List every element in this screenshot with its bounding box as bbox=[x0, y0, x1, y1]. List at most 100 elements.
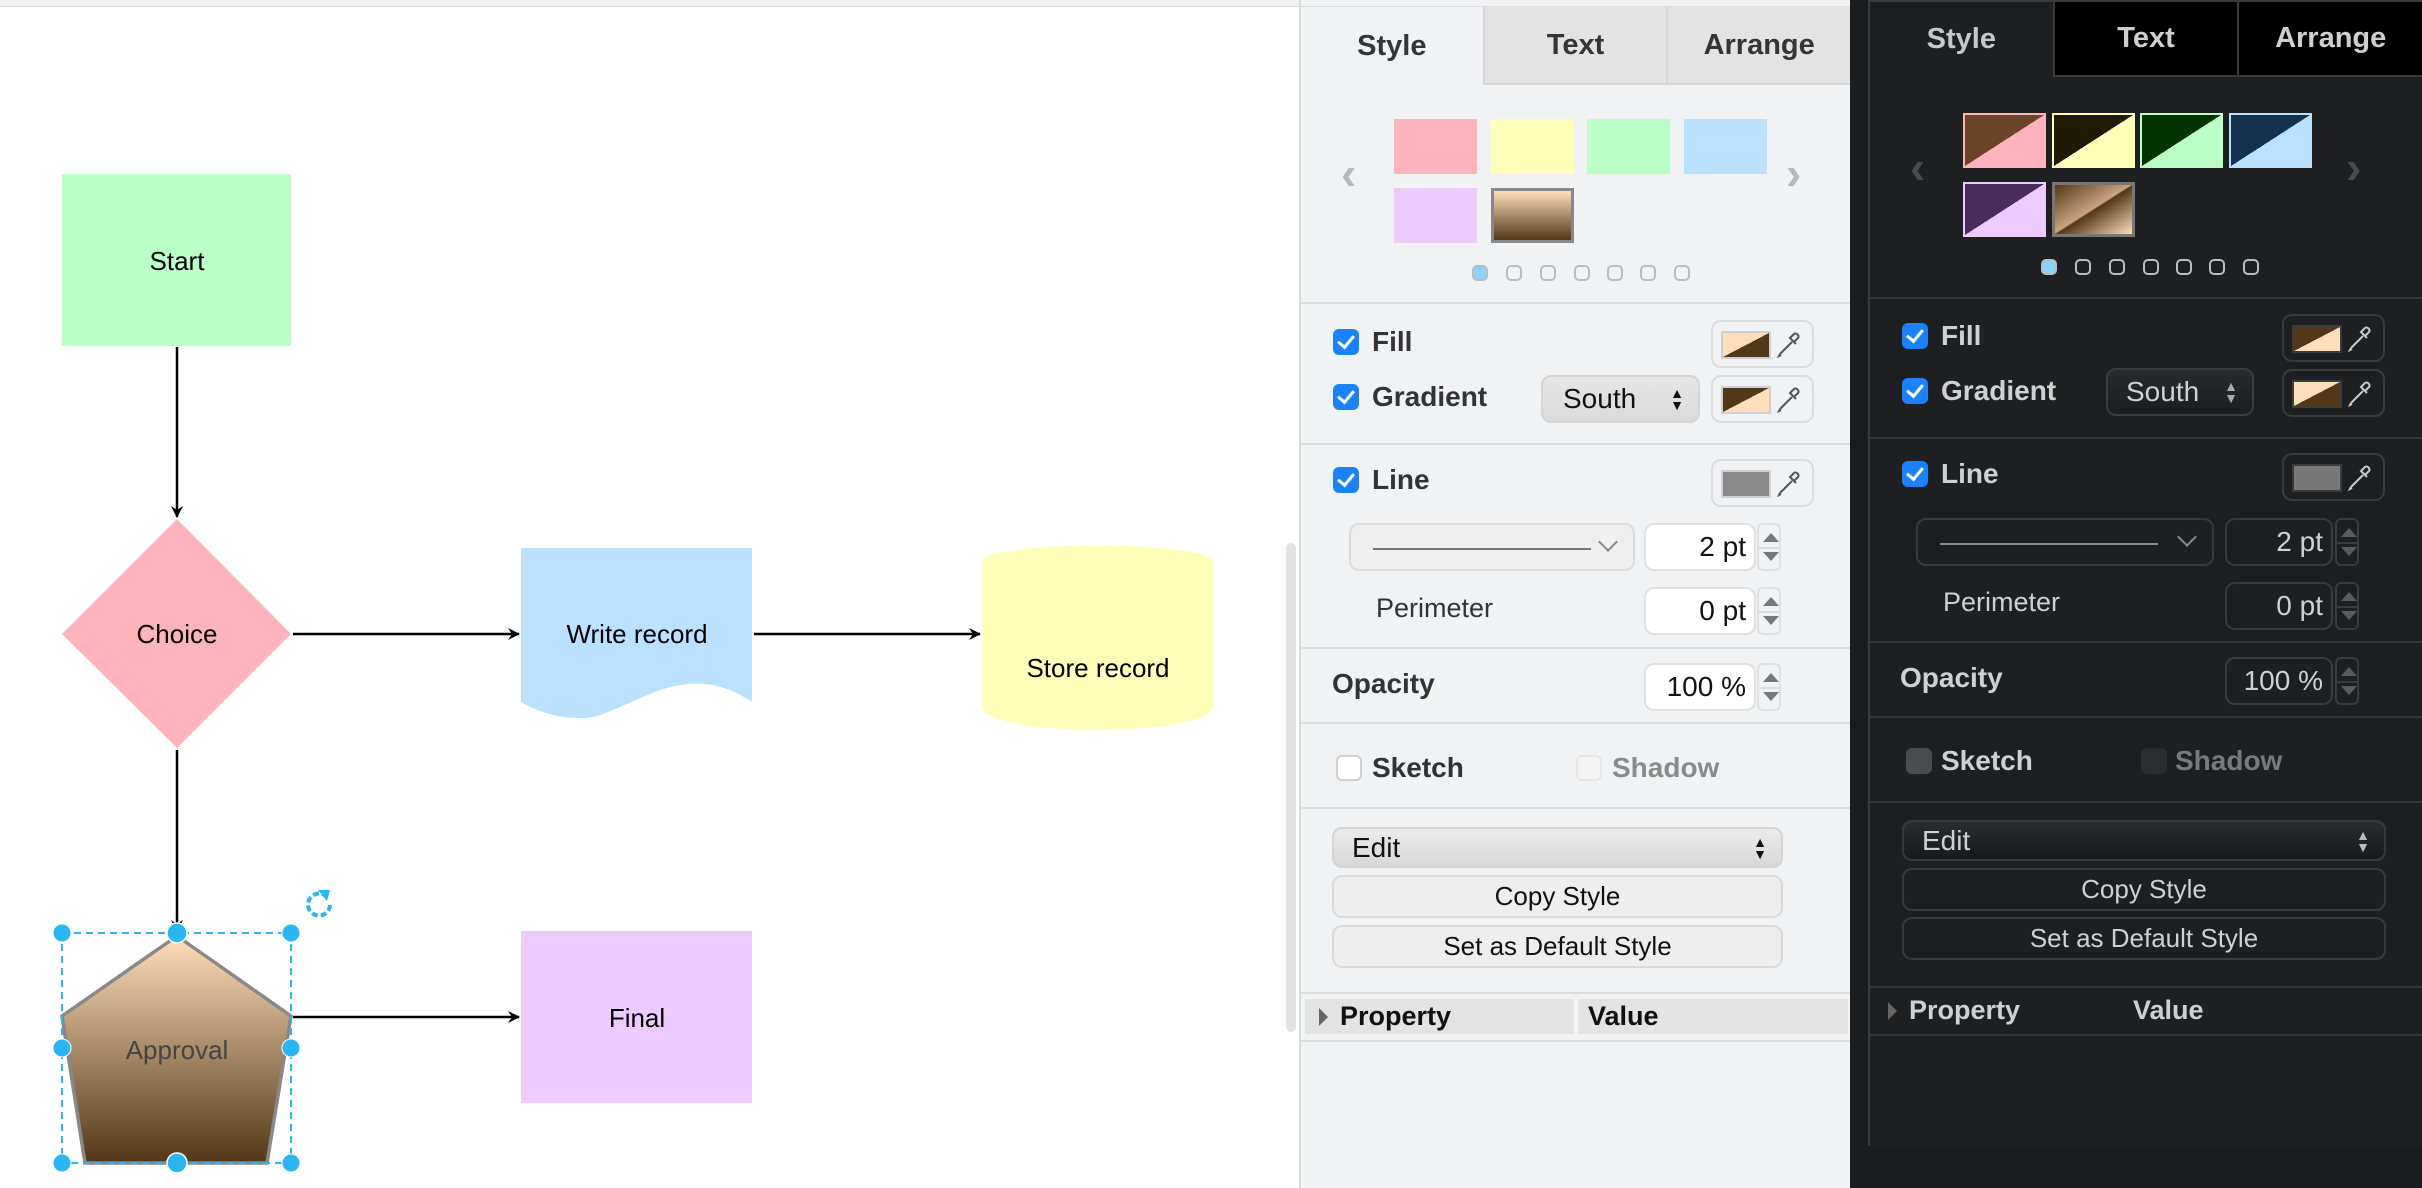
gradient-checkbox[interactable] bbox=[1333, 384, 1359, 410]
style-swatch-purple[interactable] bbox=[1963, 182, 2046, 237]
style-swatch-yellow[interactable] bbox=[1491, 119, 1574, 174]
perimeter-stepper[interactable] bbox=[2335, 582, 2359, 630]
handle-n[interactable] bbox=[166, 922, 188, 944]
page-dot-6[interactable] bbox=[2209, 259, 2225, 275]
node-write-record[interactable]: Write record bbox=[521, 548, 752, 719]
gradient-color-button[interactable] bbox=[2282, 369, 2385, 417]
tab-style[interactable]: Style bbox=[1301, 7, 1483, 85]
page-dot-6[interactable] bbox=[1640, 265, 1656, 281]
set-default-style-button[interactable]: Set as Default Style bbox=[1332, 925, 1783, 968]
prev-styles-chevron-left-icon[interactable]: ‹ bbox=[1910, 144, 1925, 190]
node-final[interactable]: Final bbox=[521, 931, 752, 1103]
sketch-checkbox[interactable] bbox=[1906, 748, 1932, 774]
fill-color-button[interactable] bbox=[2282, 314, 2385, 362]
line-pattern-select[interactable] bbox=[1916, 518, 2214, 566]
expand-triangle-icon[interactable] bbox=[1319, 1007, 1328, 1026]
tab-arrange[interactable]: Arrange bbox=[2237, 2, 2422, 77]
page-dot-4[interactable] bbox=[1574, 265, 1590, 281]
set-default-style-button[interactable]: Set as Default Style bbox=[1902, 917, 2386, 960]
edit-style-select[interactable]: Edit ▲ ▼ bbox=[1332, 827, 1783, 868]
line-color-button[interactable] bbox=[1711, 459, 1814, 507]
sketch-label: Sketch bbox=[1941, 745, 2033, 776]
tab-style[interactable]: Style bbox=[1870, 2, 2053, 77]
gradient-direction-select[interactable]: South ▲ ▼ bbox=[2106, 368, 2254, 416]
gradient-direction-select[interactable]: South ▲ ▼ bbox=[1541, 375, 1700, 423]
line-checkbox[interactable] bbox=[1333, 467, 1359, 493]
line-width-stepper[interactable] bbox=[1757, 523, 1781, 571]
property-column-header[interactable]: Property bbox=[1874, 993, 2134, 1028]
line-width-stepper[interactable] bbox=[2335, 518, 2359, 566]
next-styles-chevron-right-icon[interactable]: › bbox=[2346, 144, 2361, 190]
diagram-canvas[interactable]: Start Choice Write record Store record A… bbox=[0, 7, 1298, 1188]
fill-color-button[interactable] bbox=[1711, 320, 1814, 368]
line-width-input[interactable]: 2 pt bbox=[2225, 518, 2333, 566]
handle-sw[interactable] bbox=[52, 1153, 72, 1173]
page-dot-7[interactable] bbox=[2243, 259, 2259, 275]
handle-w[interactable] bbox=[52, 1038, 72, 1058]
style-swatch-blue[interactable] bbox=[1684, 119, 1767, 174]
page-dot-3[interactable] bbox=[2109, 259, 2125, 275]
perimeter-input[interactable]: 0 pt bbox=[2225, 582, 2333, 630]
gradient-checkbox[interactable] bbox=[1902, 378, 1928, 404]
style-swatch-green[interactable] bbox=[1587, 119, 1670, 174]
style-swatch-green[interactable] bbox=[2140, 113, 2223, 168]
gradient-color-button[interactable] bbox=[1711, 375, 1814, 423]
line-width-input[interactable]: 2 pt bbox=[1644, 523, 1756, 571]
page-dot-5[interactable] bbox=[1607, 265, 1623, 281]
chevron-down-icon bbox=[2177, 527, 2197, 547]
page-dot-1[interactable] bbox=[1472, 265, 1488, 281]
page-dot-2[interactable] bbox=[1506, 265, 1522, 281]
style-swatch-yellow[interactable] bbox=[2052, 113, 2135, 168]
page-dot-5[interactable] bbox=[2176, 259, 2192, 275]
value-column-header[interactable]: Value bbox=[2133, 993, 2403, 1028]
handle-nw[interactable] bbox=[52, 923, 72, 943]
opacity-input[interactable]: 100 % bbox=[2225, 657, 2333, 705]
perimeter-stepper[interactable] bbox=[1757, 587, 1781, 635]
fill-checkbox[interactable] bbox=[1902, 323, 1928, 349]
style-swatch-gradient-brown[interactable] bbox=[1491, 188, 1574, 243]
node-store-record[interactable]: Store record bbox=[982, 545, 1213, 731]
opacity-stepper[interactable] bbox=[1757, 663, 1781, 711]
expand-triangle-icon[interactable] bbox=[1888, 1001, 1897, 1020]
fill-checkbox[interactable] bbox=[1333, 329, 1359, 355]
style-swatch-gradient-brown[interactable] bbox=[2052, 182, 2135, 237]
style-swatch-red[interactable] bbox=[1963, 113, 2046, 168]
line-pattern-select[interactable] bbox=[1349, 523, 1635, 571]
tab-text[interactable]: Text bbox=[1482, 7, 1667, 85]
copy-style-button[interactable]: Copy Style bbox=[1902, 868, 2386, 911]
page-dot-3[interactable] bbox=[1540, 265, 1556, 281]
style-swatch-purple[interactable] bbox=[1394, 188, 1477, 243]
tab-text[interactable]: Text bbox=[2052, 2, 2238, 77]
prev-styles-chevron-left-icon[interactable]: ‹ bbox=[1341, 150, 1356, 196]
opacity-input[interactable]: 100 % bbox=[1644, 663, 1756, 711]
style-swatch-red[interactable] bbox=[1394, 119, 1477, 174]
shadow-checkbox[interactable] bbox=[2141, 748, 2167, 774]
canvas-vertical-scrollbar[interactable] bbox=[1286, 543, 1296, 1032]
node-approval[interactable]: Approval bbox=[60, 933, 293, 1165]
node-start[interactable]: Start bbox=[62, 174, 291, 346]
style-swatch-blue[interactable] bbox=[2229, 113, 2312, 168]
edit-style-select[interactable]: Edit ▲ ▼ bbox=[1902, 820, 2386, 861]
handle-e[interactable] bbox=[281, 1038, 301, 1058]
sketch-checkbox[interactable] bbox=[1336, 755, 1362, 781]
handle-ne[interactable] bbox=[281, 923, 301, 943]
property-column-header[interactable]: Property bbox=[1305, 999, 1574, 1034]
tab-arrange[interactable]: Arrange bbox=[1666, 7, 1851, 85]
opacity-stepper[interactable] bbox=[2335, 657, 2359, 705]
node-choice[interactable]: Choice bbox=[62, 519, 291, 748]
copy-style-button[interactable]: Copy Style bbox=[1332, 875, 1783, 918]
next-styles-chevron-right-icon[interactable]: › bbox=[1786, 150, 1801, 196]
diagram-svg: Start Choice Write record Store record A… bbox=[52, 174, 1213, 1174]
value-column-header[interactable]: Value bbox=[1578, 999, 1848, 1034]
handle-s[interactable] bbox=[166, 1152, 188, 1174]
perimeter-input[interactable]: 0 pt bbox=[1644, 587, 1756, 635]
page-dot-7[interactable] bbox=[1674, 265, 1690, 281]
page-dot-4[interactable] bbox=[2143, 259, 2159, 275]
line-checkbox[interactable] bbox=[1902, 461, 1928, 487]
line-color-button[interactable] bbox=[2282, 453, 2385, 501]
page-dot-1[interactable] bbox=[2041, 259, 2057, 275]
shadow-checkbox[interactable] bbox=[1576, 755, 1602, 781]
rotate-handle-icon[interactable] bbox=[306, 890, 332, 918]
handle-se[interactable] bbox=[281, 1153, 301, 1173]
page-dot-2[interactable] bbox=[2075, 259, 2091, 275]
